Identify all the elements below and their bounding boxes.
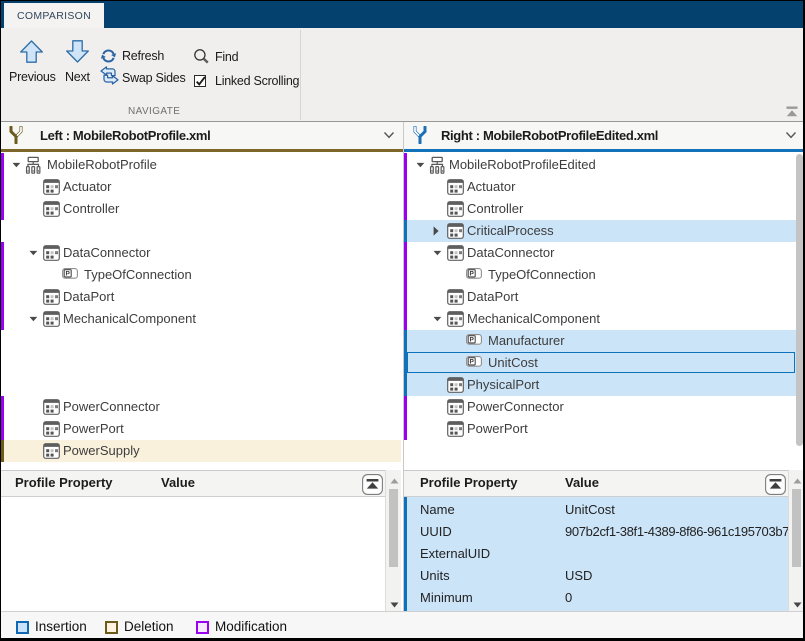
svg-text:P: P [470, 358, 475, 365]
svg-text:P: P [66, 270, 71, 277]
svg-text:P: P [470, 270, 475, 277]
svg-text:P: P [470, 336, 475, 343]
